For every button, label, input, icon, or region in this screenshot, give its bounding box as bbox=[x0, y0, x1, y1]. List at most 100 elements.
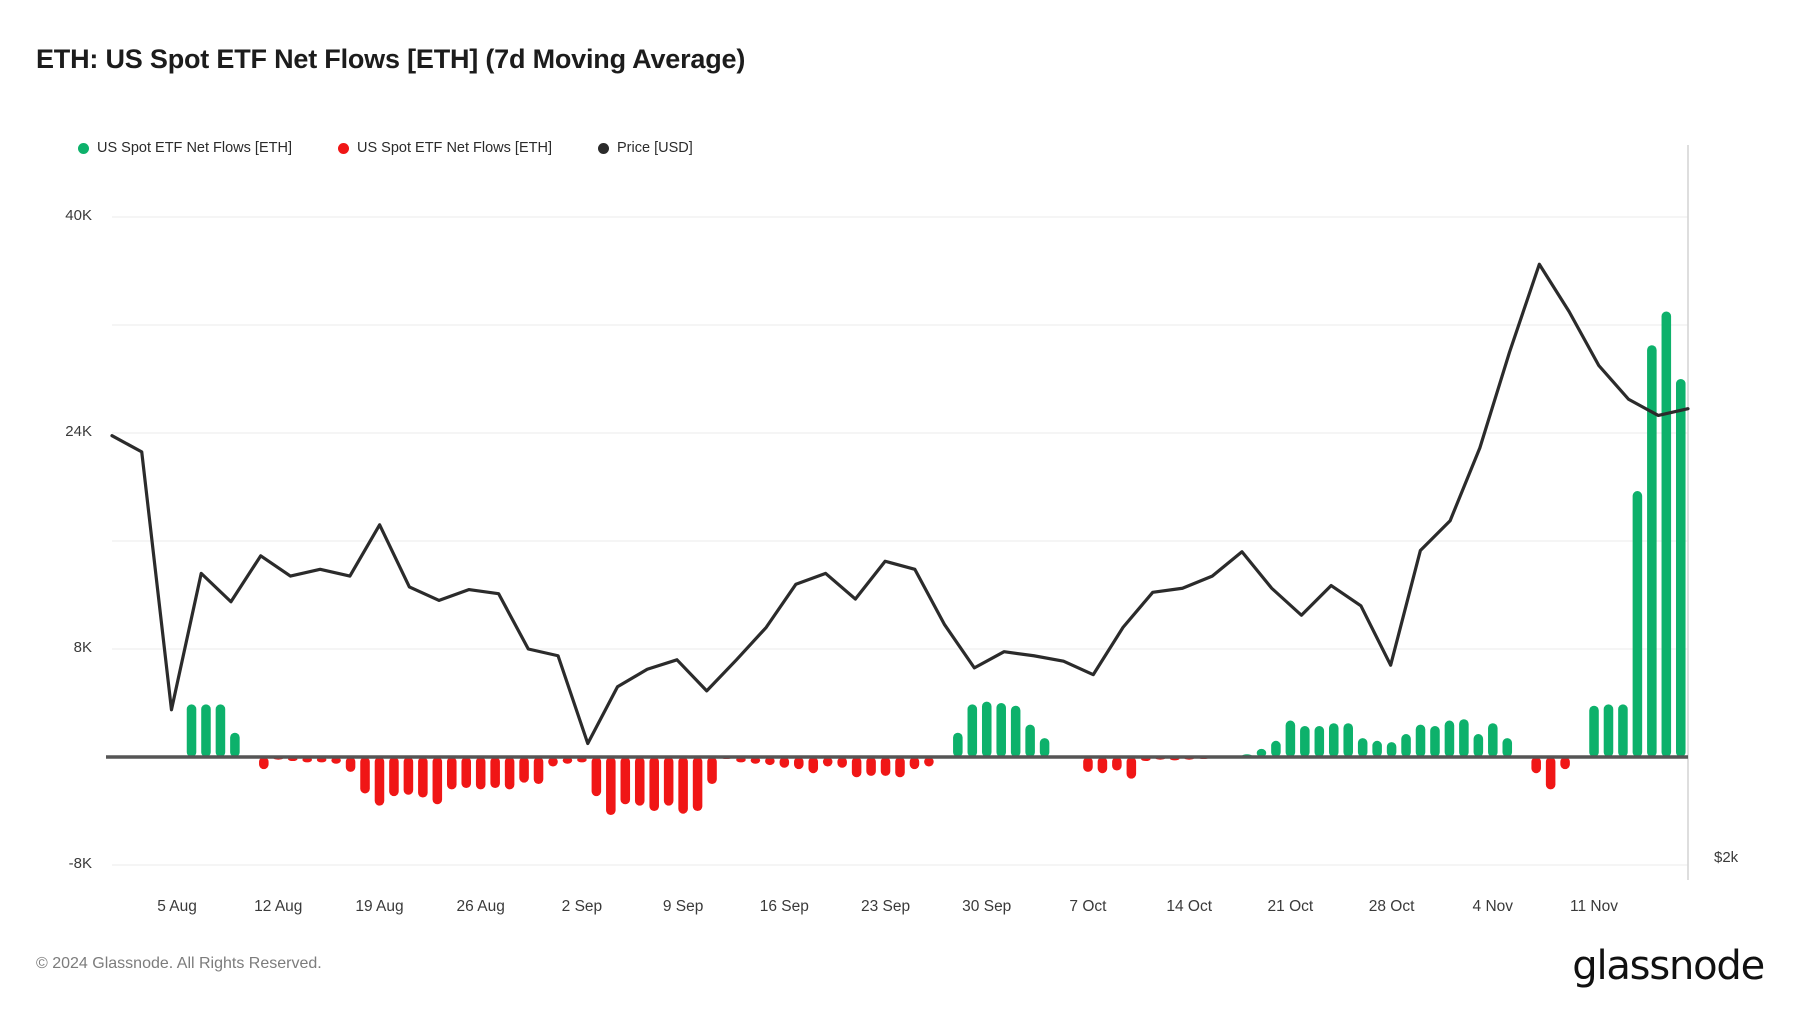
chart-bar[interactable] bbox=[895, 757, 905, 778]
chart-bar[interactable] bbox=[1502, 738, 1513, 757]
chart-bar[interactable] bbox=[808, 757, 819, 774]
x-axis-tick-label: 16 Sep bbox=[759, 898, 809, 915]
chart-bar[interactable] bbox=[374, 757, 385, 806]
chart-bar[interactable] bbox=[707, 757, 717, 784]
chart-bar[interactable] bbox=[230, 732, 240, 757]
x-axis-tick-label: 9 Sep bbox=[662, 898, 704, 915]
chart-bar[interactable] bbox=[1488, 723, 1498, 757]
x-axis-tick-label: 23 Sep bbox=[860, 898, 911, 915]
chart-bar[interactable] bbox=[1661, 311, 1672, 758]
chart-bar[interactable] bbox=[1097, 757, 1108, 774]
chart-bar[interactable] bbox=[692, 757, 703, 811]
x-axis-tick-label: 28 Oct bbox=[1368, 898, 1415, 915]
chart-bar[interactable] bbox=[1386, 742, 1397, 757]
x-axis-tick-label: 30 Sep bbox=[962, 898, 1012, 915]
x-axis-tick-label: 14 Oct bbox=[1166, 898, 1213, 915]
chart-bar[interactable] bbox=[475, 757, 486, 790]
x-axis-tick-label: 11 Nov bbox=[1570, 898, 1618, 915]
chart-bar[interactable] bbox=[880, 757, 891, 776]
x-axis-tick-label: 4 Nov bbox=[1472, 898, 1514, 915]
chart-bar[interactable] bbox=[403, 757, 414, 795]
chart-bar[interactable] bbox=[432, 757, 443, 805]
x-axis-tick-label: 2 Sep bbox=[561, 898, 603, 915]
chart-canvas bbox=[106, 145, 1690, 880]
x-axis-tick-label: 7 Oct bbox=[1069, 898, 1107, 915]
chart-bar[interactable] bbox=[1314, 725, 1325, 757]
chart-bar[interactable] bbox=[1675, 379, 1686, 757]
chart-bar[interactable] bbox=[1025, 724, 1035, 757]
y-axis-tick-label: 40K bbox=[65, 207, 92, 224]
y-axis-tick-label: 24K bbox=[65, 423, 92, 440]
chart-bar[interactable] bbox=[967, 704, 978, 757]
chart-bar[interactable] bbox=[1603, 704, 1614, 757]
chart-bar[interactable] bbox=[418, 757, 428, 798]
chart-bar[interactable] bbox=[360, 757, 370, 794]
chart-bar[interactable] bbox=[1039, 738, 1050, 757]
x-axis-tick-label: 21 Oct bbox=[1267, 898, 1314, 915]
chart-bar[interactable] bbox=[1430, 725, 1440, 757]
chart-bar[interactable] bbox=[953, 732, 963, 757]
chart-bar[interactable] bbox=[1632, 491, 1643, 757]
chart-bar[interactable] bbox=[447, 757, 457, 790]
chart-bar[interactable] bbox=[345, 757, 356, 772]
chart-bar[interactable] bbox=[1401, 734, 1411, 757]
chart-bar[interactable] bbox=[201, 704, 211, 757]
chart-bar[interactable] bbox=[1647, 345, 1657, 757]
chart-bar[interactable] bbox=[1271, 740, 1281, 757]
chart-bar[interactable] bbox=[1415, 724, 1426, 757]
chart-bar[interactable] bbox=[1357, 738, 1368, 757]
chart-bar[interactable] bbox=[981, 701, 992, 757]
y-axis-right-label: $2k bbox=[1714, 849, 1739, 866]
chart-bar[interactable] bbox=[1618, 704, 1628, 757]
chart-bar[interactable] bbox=[1010, 705, 1021, 757]
chart-bar[interactable] bbox=[909, 757, 920, 770]
chart-bar[interactable] bbox=[794, 757, 804, 770]
chart-bar[interactable] bbox=[1560, 757, 1570, 770]
x-axis-tick-label: 19 Aug bbox=[355, 898, 404, 915]
chart-bar[interactable] bbox=[1083, 757, 1093, 772]
chart-bar[interactable] bbox=[1589, 705, 1599, 757]
chart-bar[interactable] bbox=[504, 757, 515, 790]
chart-bar[interactable] bbox=[1300, 725, 1310, 757]
chart-bar[interactable] bbox=[461, 757, 472, 789]
bar-series bbox=[186, 311, 1686, 816]
chart-bar[interactable] bbox=[1112, 757, 1122, 771]
chart-bar[interactable] bbox=[490, 757, 500, 789]
plot-area bbox=[0, 0, 1800, 1013]
chart-bar[interactable] bbox=[1372, 740, 1382, 757]
y-axis-tick-label: 8K bbox=[73, 639, 92, 656]
chart-bar[interactable] bbox=[533, 757, 544, 784]
chart-bar[interactable] bbox=[259, 757, 269, 770]
chart-bar[interactable] bbox=[866, 757, 876, 776]
chart-bar[interactable] bbox=[186, 704, 197, 757]
x-axis-tick-label: 12 Aug bbox=[254, 898, 303, 915]
x-axis-tick-label: 5 Aug bbox=[157, 898, 197, 915]
copyright-text: © 2024 Glassnode. All Rights Reserved. bbox=[36, 955, 322, 972]
chart-bar[interactable] bbox=[591, 757, 602, 797]
chart-bar[interactable] bbox=[606, 757, 616, 816]
price-line[interactable] bbox=[110, 262, 1690, 746]
brand-logo: glassnode bbox=[1572, 943, 1765, 989]
chart-bar[interactable] bbox=[519, 757, 529, 783]
chart-bar[interactable] bbox=[1473, 734, 1484, 757]
chart-bar[interactable] bbox=[1531, 757, 1541, 774]
chart-bar[interactable] bbox=[649, 757, 659, 811]
chart-bar[interactable] bbox=[215, 704, 226, 757]
chart-bar[interactable] bbox=[389, 757, 399, 797]
chart-root: ETH: US Spot ETF Net Flows [ETH] (7d Mov… bbox=[0, 0, 1800, 1013]
chart-bar[interactable] bbox=[851, 757, 862, 778]
chart-bar[interactable] bbox=[663, 757, 674, 806]
chart-bar[interactable] bbox=[1545, 757, 1556, 790]
chart-bar[interactable] bbox=[1343, 723, 1353, 757]
y-axis-tick-label: -8K bbox=[68, 855, 92, 872]
chart-bar[interactable] bbox=[678, 757, 688, 814]
chart-bar[interactable] bbox=[620, 757, 631, 805]
chart-bar[interactable] bbox=[996, 703, 1006, 757]
chart-bar[interactable] bbox=[634, 757, 645, 806]
chart-bar[interactable] bbox=[1126, 757, 1137, 779]
chart-bar[interactable] bbox=[1285, 720, 1296, 757]
chart-bar[interactable] bbox=[1328, 723, 1339, 757]
chart-bar[interactable] bbox=[1459, 719, 1469, 757]
x-axis-tick-label: 26 Aug bbox=[456, 898, 505, 915]
chart-bar[interactable] bbox=[1444, 720, 1455, 757]
